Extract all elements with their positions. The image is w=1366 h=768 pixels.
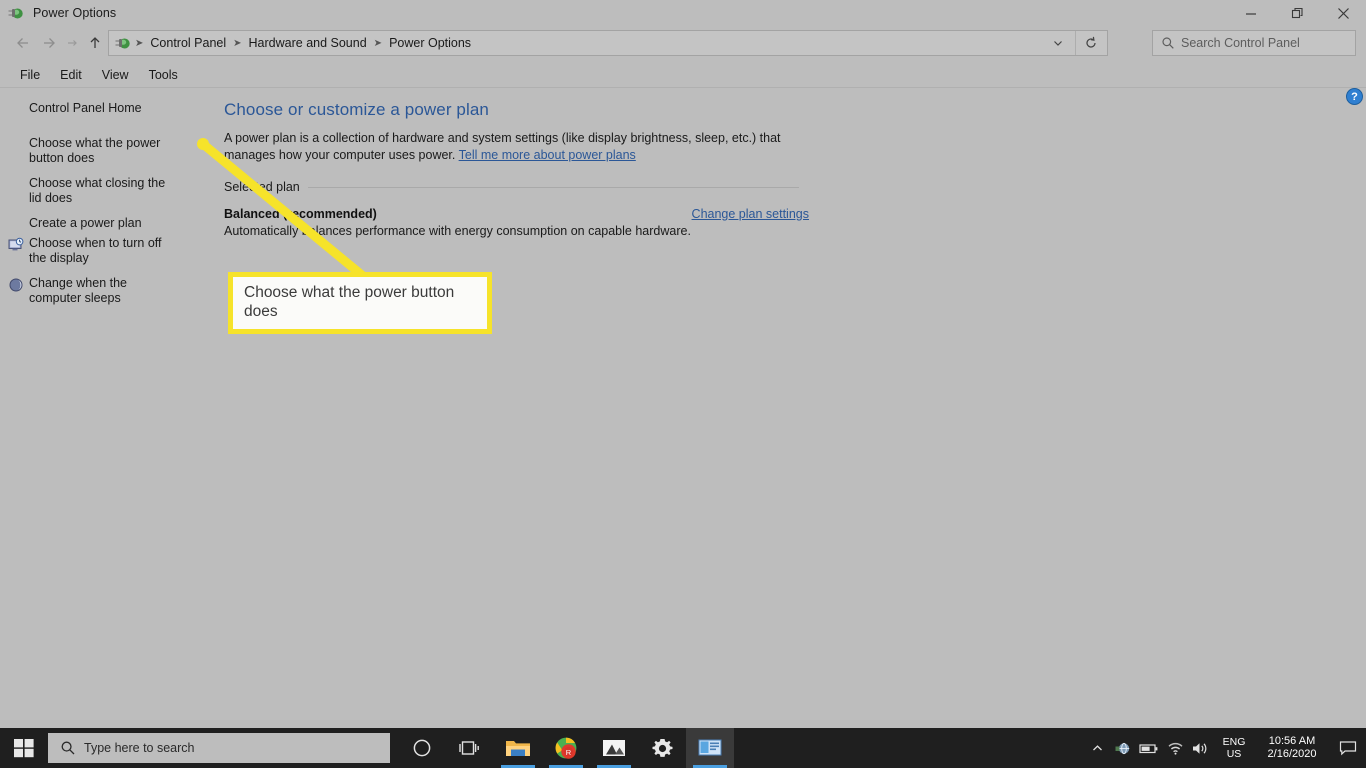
sidebar-item-label: Create a power plan [29, 216, 142, 230]
recent-pages-icon[interactable] [62, 30, 82, 56]
system-tray: ENG US 10:56 AM 2/16/2020 [1084, 728, 1366, 768]
power-plug-icon [114, 34, 132, 52]
photos-icon[interactable] [590, 728, 638, 768]
forward-arrow-icon[interactable] [36, 30, 62, 56]
sidebar-item-control-panel-home[interactable]: Control Panel Home [0, 101, 200, 116]
selected-plan-label: Selected plan [224, 180, 300, 194]
language-line-1: ENG [1222, 736, 1246, 748]
notification-icon[interactable] [1330, 728, 1366, 768]
sidebar: Control Panel Home Choose what the power… [0, 90, 212, 768]
chrome-icon[interactable]: R [542, 728, 590, 768]
page-title: Choose or customize a power plan [224, 100, 489, 119]
breadcrumb-power-options[interactable]: Power Options [385, 36, 475, 50]
window-title: Power Options [33, 6, 117, 20]
cortana-icon[interactable] [398, 728, 446, 768]
menu-item-file[interactable]: File [10, 68, 50, 82]
window-controls [1228, 0, 1366, 26]
sidebar-item-choose-what-closing-lid-does[interactable]: Choose what closing the lid does [0, 176, 186, 206]
sidebar-item-create-a-power-plan[interactable]: Create a power plan [0, 216, 190, 231]
menu-item-tools[interactable]: Tools [139, 68, 188, 82]
sidebar-item-label: Choose when to turn off the display [29, 236, 162, 265]
group-divider [307, 186, 799, 188]
minimize-button[interactable] [1228, 0, 1274, 26]
taskbar-search-box[interactable]: Type here to search [48, 733, 390, 763]
menu-item-view[interactable]: View [92, 68, 139, 82]
sidebar-item-label: Control Panel Home [29, 101, 142, 115]
power-plan-row: Balanced (recommended) Automatically bal… [224, 207, 809, 238]
selected-plan-group-header: Selected plan [224, 180, 799, 194]
chevron-up-icon[interactable] [1084, 728, 1110, 768]
search-input[interactable]: Search Control Panel [1181, 36, 1300, 50]
sidebar-item-label: Change when the computer sleeps [29, 276, 127, 305]
taskbar: Type here to search R ENG US 10:56 AM 2/… [0, 728, 1366, 768]
taskbar-app-list: R [398, 728, 734, 768]
volume-icon[interactable] [1188, 728, 1214, 768]
close-button[interactable] [1320, 0, 1366, 26]
plan-description: Automatically balances performance with … [224, 224, 691, 238]
main-content: Choose or customize a power plan A power… [224, 100, 1334, 238]
breadcrumb-hardware-and-sound[interactable]: Hardware and Sound [245, 36, 371, 50]
taskbar-search-input[interactable]: Type here to search [84, 741, 194, 755]
back-arrow-icon[interactable] [10, 30, 36, 56]
chevron-down-icon[interactable] [1045, 31, 1071, 55]
search-icon [1161, 36, 1175, 50]
change-plan-settings-link[interactable]: Change plan settings [692, 207, 809, 221]
language-line-2: US [1226, 748, 1242, 760]
file-explorer-icon[interactable] [494, 728, 542, 768]
task-view-icon[interactable] [446, 728, 494, 768]
menu-bar: File Edit View Tools [0, 64, 1366, 86]
breadcrumb-separator: ➤ [135, 37, 144, 49]
breadcrumb-separator: ➤ [233, 37, 242, 49]
help-button[interactable]: ? [1346, 88, 1363, 105]
maximize-button[interactable] [1274, 0, 1320, 26]
display-clock-icon [8, 237, 24, 253]
title-bar: Power Options [0, 0, 1366, 26]
search-control-panel-box[interactable]: Search Control Panel [1152, 30, 1356, 56]
power-plug-icon [7, 4, 25, 22]
menu-separator [0, 87, 1366, 88]
annotation-callout-box: Choose what the power button does [228, 272, 492, 334]
refresh-icon[interactable] [1075, 31, 1105, 55]
settings-gear-icon[interactable] [638, 728, 686, 768]
annotation-callout-text: Choose what the power button does [244, 284, 455, 320]
tell-me-more-link[interactable]: Tell me more about power plans [459, 148, 636, 162]
language-indicator[interactable]: ENG US [1214, 736, 1254, 760]
clock-date: 2/16/2020 [1267, 748, 1317, 760]
clock-time: 10:56 AM [1268, 735, 1316, 747]
battery-icon[interactable] [1136, 728, 1162, 768]
address-bar[interactable]: ➤ Control Panel ➤ Hardware and Sound ➤ P… [108, 30, 1108, 56]
up-arrow-icon[interactable] [82, 30, 108, 56]
network-power-icon[interactable] [1110, 728, 1136, 768]
sidebar-item-change-when-computer-sleeps[interactable]: Change when the computer sleeps [0, 276, 190, 306]
breadcrumb-separator: ➤ [373, 37, 383, 49]
search-icon [60, 740, 76, 756]
menu-item-edit[interactable]: Edit [50, 68, 92, 82]
wifi-icon[interactable] [1162, 728, 1188, 768]
page-description: A power plan is a collection of hardware… [224, 130, 814, 164]
clock[interactable]: 10:56 AM 2/16/2020 [1254, 735, 1330, 761]
sidebar-item-choose-when-turn-off-display[interactable]: Choose when to turn off the display [0, 236, 190, 266]
sidebar-item-label: Choose what the power button does [29, 136, 161, 165]
sidebar-item-label: Choose what closing the lid does [29, 176, 166, 205]
svg-text:R: R [566, 748, 572, 757]
breadcrumb-control-panel[interactable]: Control Panel [146, 36, 230, 50]
sidebar-item-choose-what-power-button-does[interactable]: Choose what the power button does [0, 136, 194, 166]
control-panel-icon[interactable] [686, 728, 734, 768]
power-options-window: Power Options ➤ Control Panel ➤ Hardware… [0, 0, 1366, 768]
sleep-moon-icon [8, 277, 24, 293]
windows-start-icon[interactable] [0, 728, 48, 768]
